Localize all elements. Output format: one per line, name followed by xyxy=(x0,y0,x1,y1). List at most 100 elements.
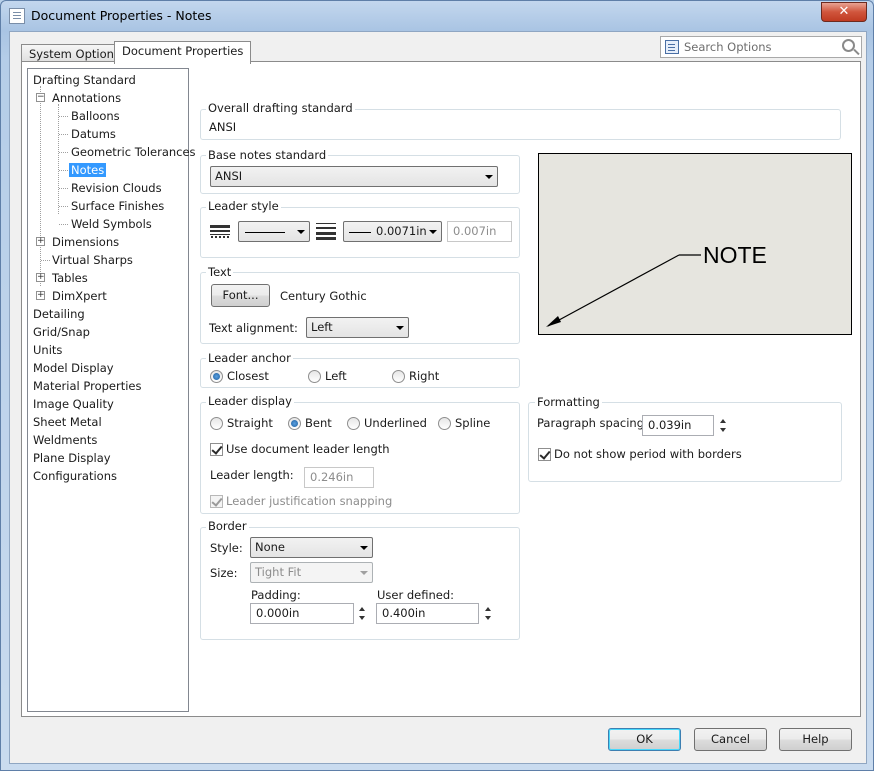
chevron-down-icon xyxy=(396,326,404,330)
display-bent-label: Bent xyxy=(305,416,332,430)
border-title: Border xyxy=(206,519,249,533)
formatting-group xyxy=(528,402,842,482)
dialog-client: System Options Document Properties Searc… xyxy=(9,31,867,764)
tree-item-configurations[interactable]: Configurations xyxy=(33,468,117,485)
display-spline-label: Spline xyxy=(455,416,491,430)
tree-item-notes[interactable]: Notes xyxy=(69,162,107,179)
text-alignment-select[interactable]: Left xyxy=(306,317,409,338)
note-preview: NOTE xyxy=(538,153,852,335)
tree-item-surface-finishes[interactable]: Surface Finishes xyxy=(71,198,164,215)
search-input[interactable]: Search Options xyxy=(684,40,772,54)
options-tree: Drafting Standard − Annotations Balloons… xyxy=(27,68,196,712)
tree-item-model-display[interactable]: Model Display xyxy=(33,360,114,377)
anchor-right-radio[interactable] xyxy=(392,370,405,383)
display-bent-radio[interactable] xyxy=(288,417,301,430)
font-button[interactable]: Font... xyxy=(211,284,270,307)
tree-item-plane-display[interactable]: Plane Display xyxy=(33,450,111,467)
justification-snapping-checkbox[interactable] xyxy=(210,495,223,508)
tree-item-datums[interactable]: Datums xyxy=(71,126,116,143)
title-bar[interactable]: Document Properties - Notes ✕ xyxy=(1,1,873,31)
leader-style-title: Leader style xyxy=(206,199,281,213)
paragraph-spacing-spinner[interactable] xyxy=(717,415,730,436)
padding-field[interactable]: 0.000in xyxy=(250,603,354,624)
font-name: Century Gothic xyxy=(280,289,367,303)
leader-display-title: Leader display xyxy=(206,394,294,408)
user-defined-field[interactable]: 0.400in xyxy=(376,603,479,624)
tree-item-balloons[interactable]: Balloons xyxy=(71,108,120,125)
padding-label: Padding: xyxy=(251,588,301,602)
anchor-right-label: Right xyxy=(409,369,440,383)
tree-item-dimensions[interactable]: Dimensions xyxy=(52,234,119,251)
chevron-down-icon xyxy=(360,546,368,550)
display-straight-radio[interactable] xyxy=(210,417,223,430)
text-alignment-label: Text alignment: xyxy=(209,321,298,335)
display-underlined-radio[interactable] xyxy=(347,417,360,430)
tree-item-detailing[interactable]: Detailing xyxy=(33,306,85,323)
tree-item-weld-symbols[interactable]: Weld Symbols xyxy=(71,216,152,233)
overall-standard-title: Overall drafting standard xyxy=(206,101,355,115)
paragraph-spacing-label: Paragraph spacing: xyxy=(537,416,648,430)
no-period-checkbox[interactable] xyxy=(538,448,551,461)
options-list-icon xyxy=(665,40,679,54)
tab-document-properties[interactable]: Document Properties xyxy=(114,41,252,64)
leader-length-field[interactable]: 0.246in xyxy=(304,467,374,488)
base-notes-select[interactable]: ANSI xyxy=(210,166,498,187)
display-underlined-label: Underlined xyxy=(364,416,427,430)
line-thickness-icon xyxy=(316,222,336,240)
tree-item-grid-snap[interactable]: Grid/Snap xyxy=(33,324,90,341)
window-title: Document Properties - Notes xyxy=(31,8,212,23)
leader-length-label: Leader length: xyxy=(210,468,294,482)
tree-item-units[interactable]: Units xyxy=(33,342,62,359)
search-options-box[interactable]: Search Options xyxy=(660,36,862,58)
expand-icon[interactable]: + xyxy=(36,273,45,282)
use-doc-length-checkbox[interactable] xyxy=(210,443,223,456)
search-icon[interactable] xyxy=(842,39,855,52)
tree-item-material-properties[interactable]: Material Properties xyxy=(33,378,142,395)
use-doc-length-label: Use document leader length xyxy=(226,442,390,456)
formatting-title: Formatting xyxy=(535,395,602,409)
anchor-left-radio[interactable] xyxy=(308,370,321,383)
padding-spinner[interactable] xyxy=(356,603,369,624)
options-panel: Drafting Standard − Annotations Balloons… xyxy=(21,61,861,717)
tree-item-dimxpert[interactable]: DimXpert xyxy=(52,288,107,305)
overall-standard-value: ANSI xyxy=(209,120,237,134)
expand-icon[interactable]: + xyxy=(36,237,45,246)
leader-anchor-title: Leader anchor xyxy=(206,351,293,365)
tree-item-weldments[interactable]: Weldments xyxy=(33,432,97,449)
tree-item-drafting-standard[interactable]: Drafting Standard xyxy=(33,72,136,89)
tree-item-image-quality[interactable]: Image Quality xyxy=(33,396,114,413)
leader-arrow-graphic xyxy=(546,254,701,327)
tree-item-geometric-tolerances[interactable]: Geometric Tolerances xyxy=(71,144,196,161)
expand-icon[interactable]: + xyxy=(36,291,45,300)
close-button[interactable]: ✕ xyxy=(821,2,867,22)
base-notes-title: Base notes standard xyxy=(206,148,329,162)
help-button[interactable]: Help xyxy=(779,728,852,751)
tree-item-virtual-sharps[interactable]: Virtual Sharps xyxy=(52,252,133,269)
collapse-icon[interactable]: − xyxy=(36,93,45,102)
justification-snapping-label: Leader justification snapping xyxy=(226,494,393,508)
display-spline-radio[interactable] xyxy=(438,417,451,430)
chevron-down-icon xyxy=(485,175,493,179)
tree-item-sheet-metal[interactable]: Sheet Metal xyxy=(33,414,102,431)
document-icon xyxy=(9,8,25,24)
border-size-select[interactable]: Tight Fit xyxy=(250,562,373,583)
user-defined-spinner[interactable] xyxy=(482,603,495,624)
no-period-label: Do not show period with borders xyxy=(554,447,742,461)
preview-note-text: NOTE xyxy=(703,242,767,268)
anchor-closest-label: Closest xyxy=(227,369,269,383)
text-title: Text xyxy=(206,265,234,279)
line-style-select[interactable] xyxy=(238,221,310,242)
tree-item-revision-clouds[interactable]: Revision Clouds xyxy=(71,180,162,197)
cancel-button[interactable]: Cancel xyxy=(694,728,767,751)
custom-thickness-field[interactable]: 0.007in xyxy=(447,221,512,242)
ok-button[interactable]: OK xyxy=(608,728,681,751)
anchor-closest-radio[interactable] xyxy=(210,370,223,383)
anchor-left-label: Left xyxy=(325,369,347,383)
tree-item-tables[interactable]: Tables xyxy=(52,270,88,287)
chevron-down-icon xyxy=(429,230,437,234)
line-thickness-select[interactable]: 0.0071in xyxy=(343,221,442,242)
document-properties-window: Document Properties - Notes ✕ System Opt… xyxy=(0,0,874,771)
paragraph-spacing-field[interactable]: 0.039in xyxy=(642,415,714,436)
tree-item-annotations[interactable]: Annotations xyxy=(52,90,121,107)
border-style-select[interactable]: None xyxy=(250,537,373,558)
